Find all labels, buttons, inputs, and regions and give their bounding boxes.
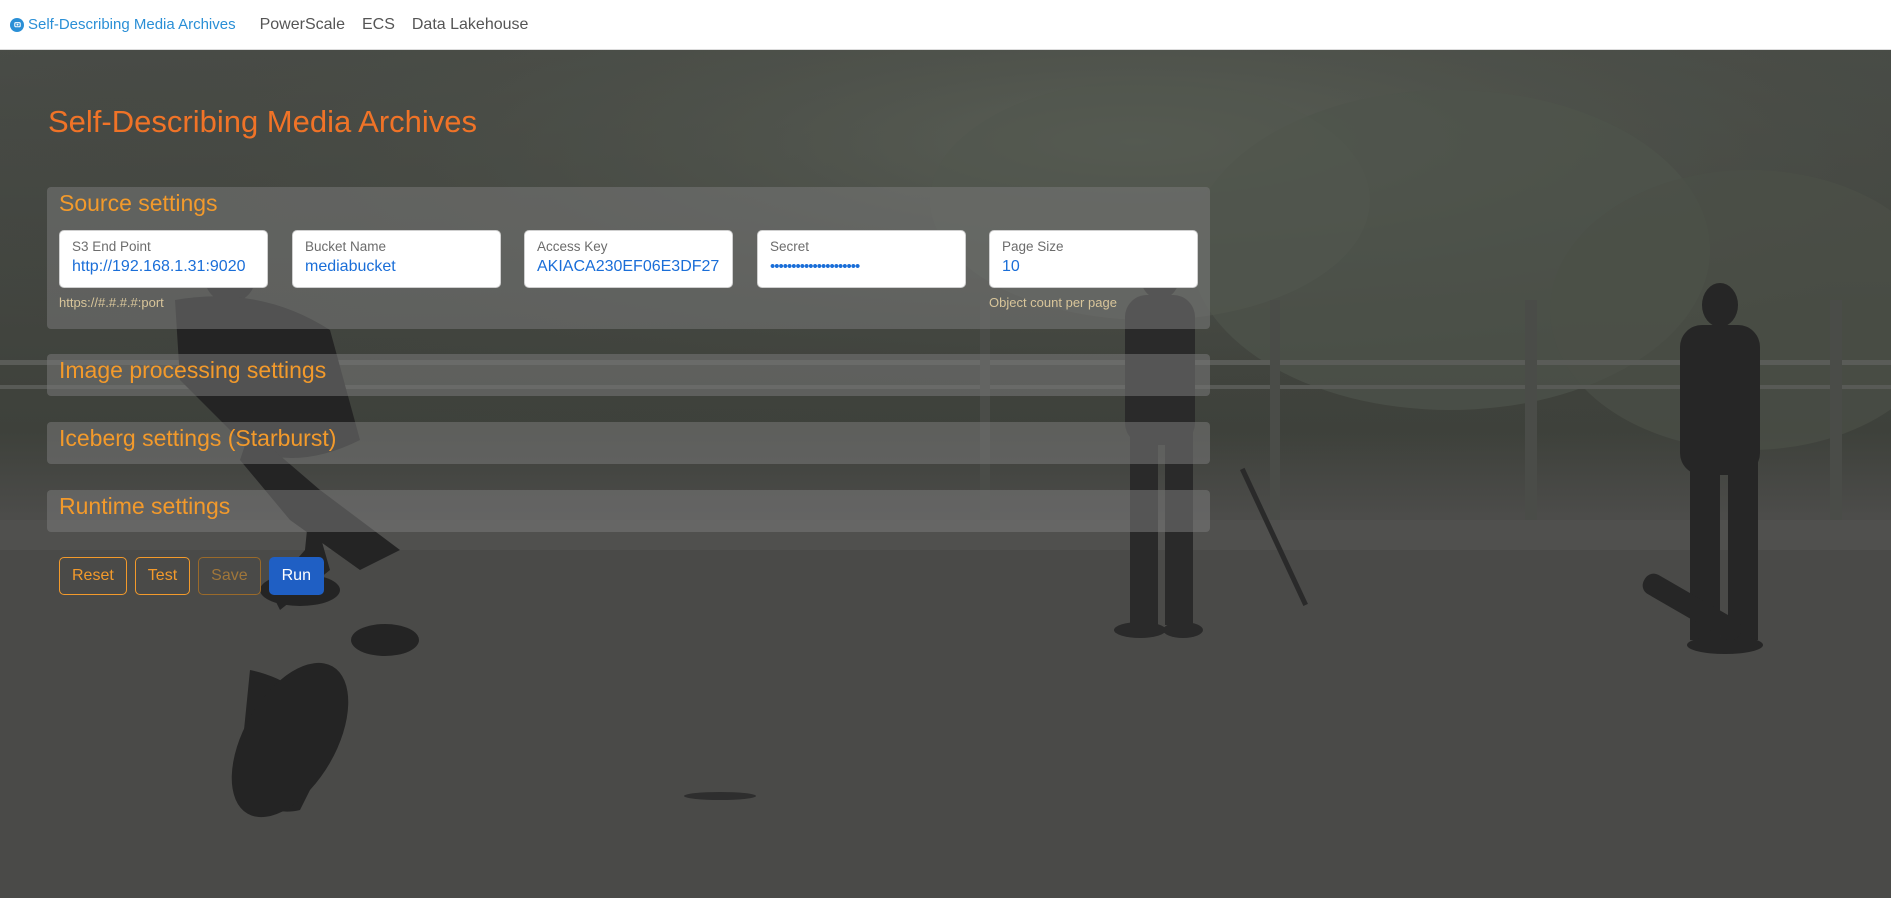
brand-label: Self-Describing Media Archives (28, 16, 236, 33)
secret-input[interactable] (770, 258, 953, 275)
bucket-name-input[interactable] (305, 258, 488, 276)
access-key-label: Access Key (537, 239, 608, 254)
brand-logo-icon (10, 17, 24, 32)
nav-link-powerscale[interactable]: PowerScale (260, 16, 345, 34)
access-key-field[interactable]: Access Key (524, 230, 733, 288)
s3-endpoint-label: S3 End Point (72, 239, 151, 254)
reset-button[interactable]: Reset (59, 557, 127, 595)
run-button[interactable]: Run (268, 557, 324, 595)
runtime-settings-header[interactable]: Runtime settings (47, 490, 1210, 523)
bucket-name-label: Bucket Name (305, 239, 387, 254)
page-title: Self-Describing Media Archives (48, 104, 478, 139)
page-size-field[interactable]: Page Size (989, 230, 1198, 288)
save-button[interactable]: Save (198, 557, 261, 595)
secret-field[interactable]: Secret (757, 230, 966, 288)
source-settings-panel: Source settings S3 End Point https://#.#… (47, 187, 1210, 329)
background-skatepark-image (0, 50, 1891, 898)
image-processing-settings-header[interactable]: Image processing settings (47, 354, 1210, 387)
action-buttons: Reset Test Save Run (59, 557, 324, 595)
page-size-label: Page Size (1002, 239, 1064, 254)
page-size-help: Object count per page (989, 295, 1117, 310)
top-navbar: Self-Describing Media Archives PowerScal… (0, 0, 1891, 50)
iceberg-settings-panel: Iceberg settings (Starburst) (47, 422, 1210, 464)
nav-link-data-lakehouse[interactable]: Data Lakehouse (412, 16, 529, 34)
page-size-input[interactable] (1002, 258, 1185, 276)
bucket-name-field[interactable]: Bucket Name (292, 230, 501, 288)
access-key-input[interactable] (537, 258, 720, 276)
runtime-settings-panel: Runtime settings (47, 490, 1210, 532)
image-processing-settings-panel: Image processing settings (47, 354, 1210, 396)
s3-endpoint-input[interactable] (72, 258, 255, 276)
nav-link-ecs[interactable]: ECS (362, 16, 395, 34)
s3-endpoint-help: https://#.#.#.#:port (59, 295, 164, 310)
test-button[interactable]: Test (134, 557, 191, 595)
s3-endpoint-field[interactable]: S3 End Point (59, 230, 268, 288)
secret-label: Secret (770, 239, 810, 254)
source-settings-header[interactable]: Source settings (47, 187, 1210, 220)
brand-link[interactable]: Self-Describing Media Archives (10, 16, 236, 33)
iceberg-settings-header[interactable]: Iceberg settings (Starburst) (47, 422, 1210, 455)
nav-links: PowerScale ECS Data Lakehouse (260, 16, 529, 34)
